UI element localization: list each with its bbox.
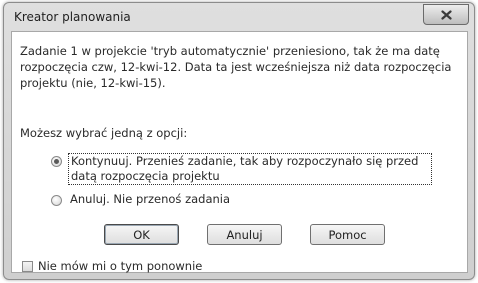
option-cancel[interactable]: Anuluj. Nie przenoś zadania <box>51 192 230 207</box>
options-prompt: Możesz wybrać jedną z opcji: <box>20 126 188 140</box>
dialog-window: Kreator planowania Zadanie 1 w projekcie… <box>3 2 475 280</box>
option-continue-radio[interactable] <box>51 156 62 167</box>
option-continue-label[interactable]: Kontynuuj. Przenieś zadanie, tak aby roz… <box>68 153 432 185</box>
dont-show-again[interactable]: Nie mów mi o tym ponownie <box>22 259 202 273</box>
window-title: Kreator planowania <box>14 10 131 24</box>
dialog-content: Zadanie 1 w projekcie 'tryb automatyczni… <box>11 31 468 273</box>
close-icon <box>440 9 452 20</box>
dont-show-again-label[interactable]: Nie mów mi o tym ponownie <box>38 259 202 273</box>
dont-show-again-checkbox[interactable] <box>22 260 33 272</box>
option-cancel-label[interactable]: Anuluj. Nie przenoś zadania <box>70 192 230 207</box>
ok-button[interactable]: OK <box>104 224 179 245</box>
cancel-button[interactable]: Anuluj <box>207 224 282 245</box>
title-bar[interactable]: Kreator planowania <box>4 3 474 31</box>
option-continue[interactable]: Kontynuuj. Przenieś zadanie, tak aby roz… <box>51 153 432 185</box>
help-button[interactable]: Pomoc <box>310 224 385 245</box>
message-text: Zadanie 1 w projekcie 'tryb automatyczni… <box>20 44 452 90</box>
close-button[interactable] <box>423 4 469 25</box>
option-cancel-radio[interactable] <box>51 195 62 206</box>
